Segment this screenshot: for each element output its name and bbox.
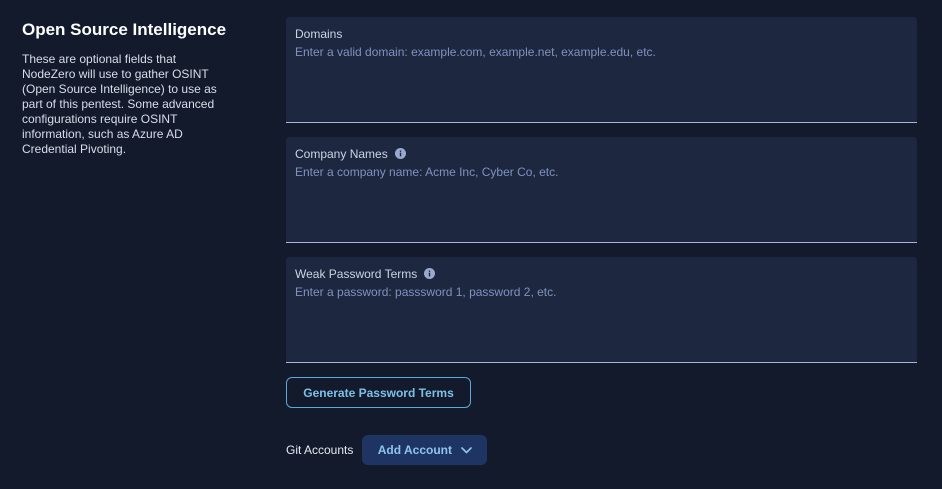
git-accounts-label: Git Accounts — [286, 443, 354, 457]
section-description: These are optional fields that NodeZero … — [22, 52, 217, 156]
domains-field: Domains — [286, 17, 917, 123]
chevron-down-icon — [461, 446, 472, 454]
weak-password-terms-input[interactable] — [295, 285, 908, 353]
company-names-label: Company Names — [295, 146, 388, 161]
weak-password-terms-label: Weak Password Terms — [295, 266, 418, 281]
git-accounts-row: Git Accounts Add Account — [286, 435, 488, 465]
weak-password-terms-field: Weak Password Terms — [286, 257, 917, 363]
company-names-input[interactable] — [295, 165, 908, 233]
domains-label-row: Domains — [295, 26, 908, 41]
add-account-label: Add Account — [377, 443, 452, 457]
company-names-label-row: Company Names — [295, 146, 908, 161]
domains-input[interactable] — [295, 45, 908, 113]
info-icon[interactable] — [424, 268, 436, 279]
generate-password-terms-button[interactable]: Generate Password Terms — [286, 377, 471, 408]
add-account-button[interactable]: Add Account — [362, 435, 488, 465]
company-names-field: Company Names — [286, 137, 917, 243]
info-icon[interactable] — [394, 148, 406, 159]
domains-label: Domains — [295, 26, 343, 41]
osint-intro: Open Source Intelligence These are optio… — [22, 20, 232, 157]
section-title: Open Source Intelligence — [22, 20, 227, 39]
osint-settings-page: Open Source Intelligence These are optio… — [0, 0, 942, 489]
weak-password-terms-label-row: Weak Password Terms — [295, 266, 908, 281]
